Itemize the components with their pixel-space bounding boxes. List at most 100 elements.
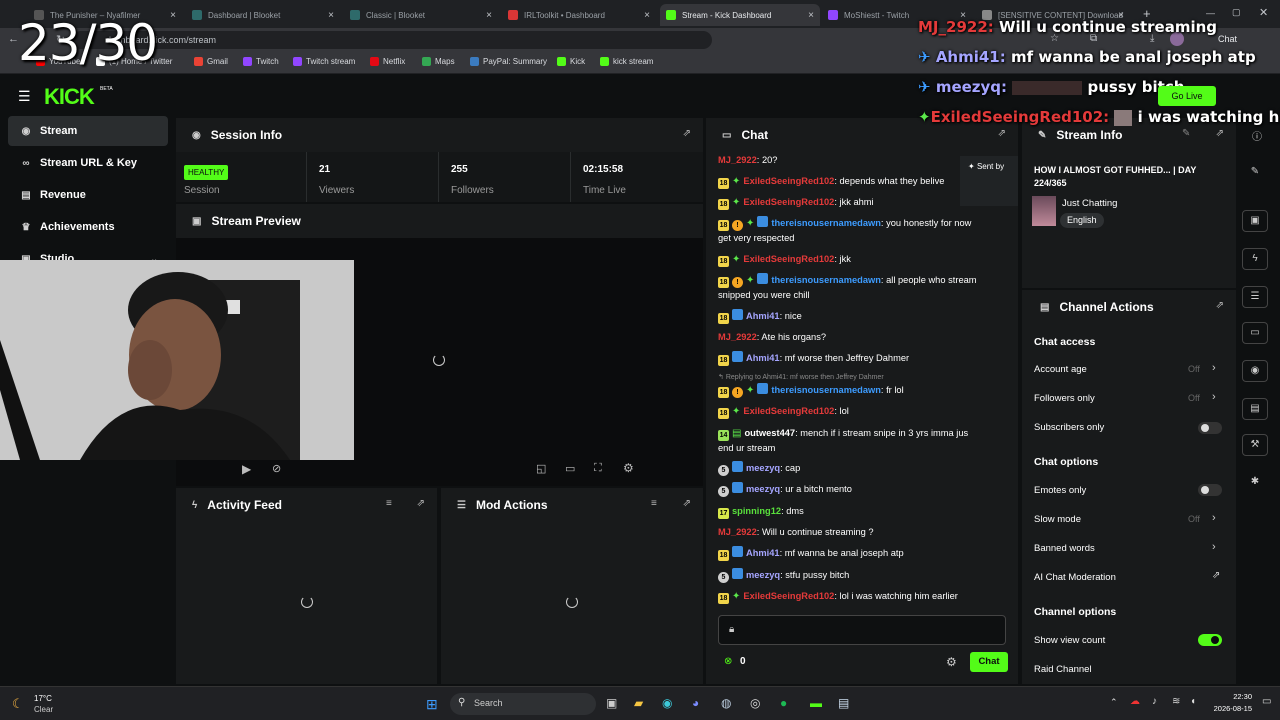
popout-icon[interactable]: ⇗ [683,128,691,139]
emotes-only-toggle[interactable] [1198,484,1222,496]
account-age-label[interactable]: Account age [1034,364,1087,375]
discord-icon[interactable]: ◕ [692,696,699,710]
settings-icon[interactable]: ⚙ [623,461,634,475]
external-link-icon[interactable]: ⇗ [1212,570,1220,581]
popout-icon[interactable]: ⇗ [683,498,691,509]
lock-icon: 🔒︎ [729,624,735,635]
windows-start-icon[interactable]: ⊞ [426,696,438,713]
obs-icon[interactable]: ◎ [750,696,760,710]
sidebar-item-stream[interactable]: ◉ Stream [8,116,168,146]
close-window-icon[interactable]: ✕ [1259,6,1268,19]
bookmark-item[interactable]: Gmail [194,57,228,66]
browser-tab[interactable]: IRLToolkit • Dashboard × [502,4,656,26]
filter-icon[interactable]: ≡ [651,498,657,509]
fullscreen-icon[interactable]: ⛶ [594,462,602,475]
close-icon[interactable]: × [644,10,650,21]
mute-icon[interactable]: ⊘ [272,462,281,475]
edit-icon[interactable]: ✎ [1242,162,1268,184]
bookmark-item[interactable]: Twitch stream [293,57,355,66]
spotify-icon[interactable]: ● [780,696,787,710]
notepad-icon[interactable]: ▤ [838,696,849,710]
chat-icon[interactable]: ▭ [1242,322,1268,344]
banned-words-label[interactable]: Banned words [1034,543,1095,554]
slow-mode-label[interactable]: Slow mode [1034,514,1081,525]
notification-icon[interactable]: ▭ [1262,696,1271,707]
sidebar-item-revenue[interactable]: ▤ Revenue [8,180,168,210]
bookmark-item[interactable]: Maps [422,57,455,66]
category-thumbnail[interactable] [1032,196,1056,226]
close-icon[interactable]: × [808,10,814,21]
wifi-icon[interactable]: ≋ [1172,696,1180,707]
raid-channel-label[interactable]: Raid Channel [1034,664,1092,675]
popout-icon[interactable]: ⇗ [998,128,1006,139]
chat-button[interactable]: Chat [1218,34,1237,44]
ai-moderation-label[interactable]: AI Chat Moderation [1034,572,1116,583]
bookmark-item[interactable]: PayPal: Summary [470,57,547,66]
popout-icon[interactable]: ⇗ [417,498,425,509]
popout-icon[interactable]: ⇗ [1216,300,1224,311]
browser-tab[interactable]: Dashboard | Blooket × [186,4,340,26]
minimize-icon[interactable]: — [1206,8,1215,18]
weather-icon[interactable]: ☾ [12,696,24,712]
category-name[interactable]: Just Chatting [1062,198,1117,209]
chevron-right-icon[interactable]: › [1212,541,1216,553]
chevron-right-icon[interactable]: › [1212,512,1216,524]
bookmark-item[interactable]: Netflix [370,57,405,66]
bookmark-item[interactable]: Twitch [243,57,279,66]
show-view-count-toggle[interactable] [1198,634,1222,646]
close-icon[interactable]: × [486,10,492,21]
list-icon[interactable]: ☰ [1242,286,1268,308]
kick-logo[interactable]: KICK [44,84,95,110]
broadcast-icon[interactable]: ◉ [1242,360,1268,382]
lightning-icon[interactable]: ϟ [1242,248,1268,270]
play-icon[interactable]: ▶ [242,462,251,476]
go-live-button[interactable]: Go Live [1158,86,1216,106]
edit-icon[interactable]: ✎ [1182,128,1190,139]
og-badge-icon: ✦ [746,385,755,396]
bookmark-item[interactable]: kick stream [600,57,653,66]
terminal-icon[interactable]: ▬ [810,696,822,710]
subscribers-only-toggle[interactable] [1198,422,1222,434]
volume-icon[interactable]: ◖ [1190,696,1196,707]
session-info-panel: ◉ Session Info ⇗ HEALTHY Session 21 Viewer… [176,118,703,202]
edge-icon[interactable]: ◉ [662,696,672,710]
chat-send-button[interactable]: Chat [970,652,1008,672]
preview-icon[interactable]: ▣ [1242,210,1268,232]
chat-input[interactable]: 🔒︎ [718,615,1006,645]
settings-icon[interactable]: ⚙ [946,655,957,669]
bookmark-item[interactable]: Kick [557,57,585,66]
sidebar-item-stream-url-key[interactable]: ∞ Stream URL & Key [8,148,168,178]
maximize-icon[interactable]: ▢ [1232,7,1241,18]
channel-icon[interactable]: ▤ [1242,398,1268,420]
pip-icon[interactable]: ◱ [536,462,546,475]
steam-icon[interactable]: ◍ [721,696,731,710]
tray-chevron-icon[interactable]: ⌃ [1110,697,1118,708]
reply-icon: ↰ [718,374,726,381]
close-icon[interactable]: × [328,10,334,21]
taskbar-search[interactable]: ⚲ Search [450,693,596,715]
microphone-icon[interactable]: ♪ [1152,696,1157,707]
close-icon[interactable]: × [170,10,176,21]
task-view-icon[interactable]: ▣ [606,696,617,710]
filter-icon[interactable]: ≡ [386,498,392,509]
menu-icon[interactable]: ☰ [18,88,31,105]
chevron-right-icon[interactable]: › [1212,362,1216,374]
wrench-icon[interactable]: ⚒ [1242,434,1268,456]
plugins-icon[interactable]: ✱ [1242,472,1268,494]
clock-date[interactable]: 2026-08-15 [1212,704,1252,713]
chevron-right-icon[interactable]: › [1212,391,1216,403]
clock-time[interactable]: 22:30 [1212,692,1252,701]
browser-tab-active[interactable]: Stream - Kick Dashboard × [660,4,820,26]
popout-icon[interactable]: ⇗ [1216,128,1224,139]
sidebar-item-achievements[interactable]: ♛ Achievements [8,212,168,242]
info-icon[interactable]: ⓘ [1252,128,1262,143]
browser-tab[interactable]: Classic | Blooket × [344,4,498,26]
tray-app-icon[interactable]: ☁ [1130,696,1140,707]
url-input[interactable]: dashboard.kick.com/stream [72,31,712,49]
theater-icon[interactable]: ▭ [565,462,575,475]
file-explorer-icon[interactable]: ▰ [634,696,643,710]
sub-badge: 18 [718,220,729,231]
sub-badge: 17 [718,508,729,519]
overlay-chat-line: MJ_2922: Will u continue streaming [918,18,1218,36]
followers-only-label[interactable]: Followers only [1034,393,1095,404]
